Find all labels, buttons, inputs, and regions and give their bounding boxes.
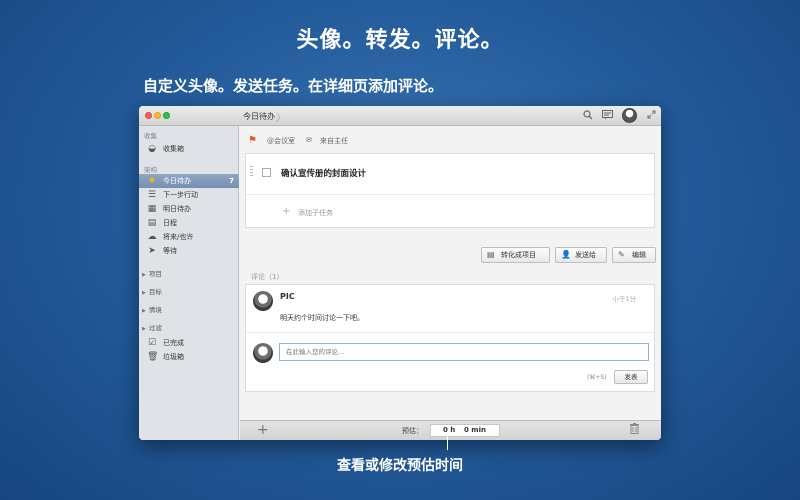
- sidebar-group-label: 情境: [148, 306, 162, 314]
- task-checkbox[interactable]: [262, 168, 271, 177]
- send-icon: ➤: [148, 246, 156, 256]
- sidebar-item-label: 今日待办: [163, 177, 191, 185]
- plus-icon: +: [282, 206, 291, 217]
- sidebar-section-shelf: 架构: [144, 166, 157, 174]
- current-user-avatar: [253, 343, 273, 363]
- disclosure-triangle-icon: ▶: [142, 308, 146, 314]
- comments-panel: PIC 小于1分 明天约个时间讨论一下吧。 (⌘+S) 发表: [245, 284, 655, 392]
- estimate-minutes: 0 min: [464, 426, 486, 434]
- list-icon: ☰: [147, 190, 157, 200]
- inbox-icon: ◒: [148, 144, 156, 154]
- task-title[interactable]: 确认宣传册的封面设计: [281, 167, 366, 179]
- maximize-window-button[interactable]: [163, 112, 170, 119]
- comment-input[interactable]: [279, 343, 649, 361]
- cloud-icon: ☁: [147, 232, 157, 242]
- close-window-button[interactable]: [145, 112, 152, 119]
- button-label: 编辑: [632, 251, 646, 259]
- comments-header: 评论（1）: [251, 273, 284, 281]
- search-icon[interactable]: [583, 110, 593, 124]
- today-count-badge: 7: [229, 177, 234, 185]
- sidebar: 收集 ◒ 收集箱 架构 ★ 今日待办 7 ☰ 下一步行动 ▦ 明日待办 ▤ 日程…: [139, 126, 239, 440]
- pencil-icon: ✎: [618, 250, 625, 259]
- sidebar-section-inbox: 收集: [144, 132, 157, 140]
- disclosure-triangle-icon: ▶: [142, 290, 146, 296]
- send-to-button[interactable]: 👤 发送给: [555, 247, 607, 263]
- disclosure-triangle-icon: ▶: [142, 272, 146, 278]
- estimate-hours: 0 h: [443, 426, 456, 434]
- sidebar-item-tomorrow[interactable]: ▦ 明日待办: [139, 202, 239, 216]
- minimize-window-button[interactable]: [154, 112, 161, 119]
- add-subtask-row[interactable]: + 添加子任务: [246, 194, 654, 227]
- comment-text: 明天约个时间讨论一下吧。: [280, 314, 364, 322]
- bottom-toolbar: + 预估： 0 h 0 min: [240, 420, 661, 440]
- sidebar-item-label: 等待: [163, 247, 177, 255]
- chat-icon[interactable]: [602, 110, 613, 124]
- sidebar-group-contexts[interactable]: ▶ 情境: [142, 304, 162, 314]
- estimate-field[interactable]: 0 h 0 min: [430, 424, 500, 437]
- sidebar-item-waiting[interactable]: ➤ 等待: [139, 244, 239, 258]
- context-tag[interactable]: @会议室: [267, 136, 295, 146]
- callout-line: [447, 432, 448, 450]
- add-subtask-label: 添加子任务: [298, 209, 333, 217]
- source-label: 来自主任: [320, 137, 348, 145]
- schedule-icon: ▤: [147, 218, 157, 228]
- task-card: 确认宣传册的封面设计 + 添加子任务: [245, 153, 655, 228]
- comment-time: 小于1分: [612, 295, 636, 303]
- sidebar-group-label: 目标: [148, 288, 162, 296]
- divider: [246, 332, 654, 333]
- post-comment-button[interactable]: 发表: [614, 370, 648, 384]
- convert-to-project-button[interactable]: ▤ 转化成项目: [481, 247, 550, 263]
- sidebar-item-label: 明日待办: [163, 205, 191, 213]
- title-bar: 今日待办 〉: [139, 106, 661, 126]
- shortcut-hint: (⌘+S): [587, 374, 607, 381]
- sidebar-item-today[interactable]: ★ 今日待办 7: [139, 174, 239, 188]
- sidebar-group-goals[interactable]: ▶ 目标: [142, 286, 162, 296]
- breadcrumb-chevron-icon: 〉: [276, 113, 286, 124]
- sidebar-item-completed[interactable]: ☑ 已完成: [139, 336, 239, 350]
- sidebar-item-label: 垃圾箱: [163, 353, 184, 361]
- estimate-label: 预估：: [402, 427, 423, 435]
- sidebar-group-projects[interactable]: ▶ 项目: [142, 268, 162, 278]
- calendar-icon: ▦: [147, 204, 157, 214]
- sidebar-group-label: 项目: [148, 270, 162, 278]
- disclosure-triangle-icon: ▶: [142, 326, 146, 332]
- convert-icon: ▤: [487, 250, 495, 259]
- sidebar-item-label: 将来/也许: [163, 233, 194, 241]
- comment-author-avatar: [253, 291, 273, 311]
- user-avatar[interactable]: [622, 108, 637, 123]
- sidebar-group-filters[interactable]: ▶ 过滤: [142, 322, 162, 332]
- edit-button[interactable]: ✎ 编辑: [612, 247, 656, 263]
- task-detail-pane: ⚑ @会议室 ✉ 来自主任 确认宣传册的封面设计 + 添加子任务 ▤ 转化成项目…: [240, 126, 661, 420]
- sidebar-item-inbox[interactable]: ◒ 收集箱: [139, 142, 239, 156]
- promo-subline: 自定义头像。发送任务。在详细页添加评论。: [143, 77, 444, 95]
- sidebar-item-label: 日程: [163, 219, 177, 227]
- flag-icon[interactable]: ⚑: [248, 135, 257, 146]
- sidebar-item-label: 收集箱: [163, 145, 184, 153]
- fullscreen-icon[interactable]: [647, 110, 656, 123]
- promo-caption: 查看或修改预估时间: [337, 458, 463, 474]
- person-icon: 👤: [561, 250, 571, 259]
- app-window: 今日待办 〉 收集 ◒ 收集箱 架构 ★ 今日待办 7 ☰ 下一步行动 ▦ 明日…: [139, 106, 661, 440]
- window-title: 今日待办: [243, 112, 275, 121]
- check-box-icon: ☑: [147, 338, 157, 348]
- sidebar-item-trash[interactable]: 🗑 垃圾箱: [139, 350, 239, 364]
- sidebar-item-schedule[interactable]: ▤ 日程: [139, 216, 239, 230]
- drag-handle[interactable]: [250, 166, 253, 178]
- add-task-icon[interactable]: +: [257, 422, 269, 438]
- comment-author: PIC: [280, 292, 295, 301]
- star-icon: ★: [147, 176, 157, 186]
- delete-task-icon[interactable]: [630, 423, 639, 437]
- sidebar-group-label: 过滤: [148, 324, 162, 332]
- button-label: 转化成项目: [501, 251, 536, 259]
- trash-icon: 🗑: [147, 352, 159, 362]
- sidebar-item-label: 已完成: [163, 339, 184, 347]
- sidebar-item-next[interactable]: ☰ 下一步行动: [139, 188, 239, 202]
- button-label: 发送给: [575, 251, 596, 259]
- sidebar-item-someday[interactable]: ☁ 将来/也许: [139, 230, 239, 244]
- promo-headline: 头像。转发。评论。: [296, 28, 504, 53]
- source-envelope-icon: ✉: [306, 136, 312, 144]
- sidebar-item-label: 下一步行动: [163, 191, 198, 199]
